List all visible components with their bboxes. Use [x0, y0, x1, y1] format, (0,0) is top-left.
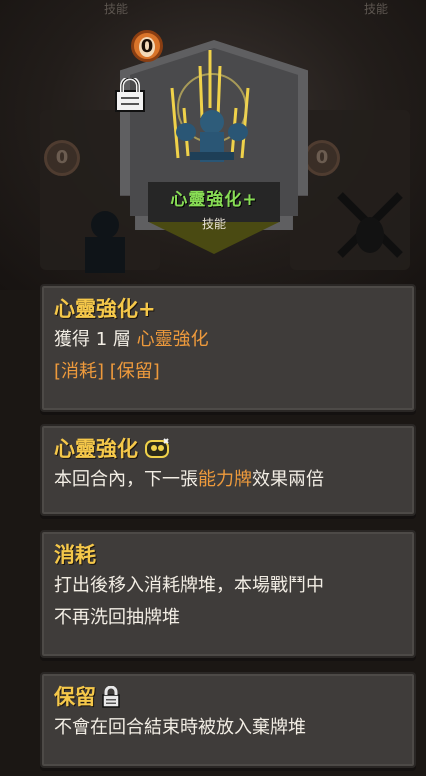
card-type: 技能 — [201, 217, 226, 231]
buff-title-row: 心靈強化 — [54, 434, 402, 464]
buff-desc-suffix: 效果兩倍 — [252, 469, 324, 490]
brain-spark-icon — [145, 438, 169, 458]
retain-title: 保留 — [54, 685, 96, 709]
padlock-icon — [102, 686, 120, 708]
meditating-figure-icon — [170, 50, 250, 162]
exhaust-title: 消耗 — [54, 543, 96, 567]
buff-title: 心靈強化 — [54, 437, 138, 461]
card-cost-badge: 0 — [131, 30, 163, 62]
top-tab-right: 技能 — [364, 2, 389, 16]
exhaust-desc-line1: 打出後移入消耗牌堆，本場戰鬥中 — [54, 575, 324, 596]
effect-highlight: 心靈強化 — [136, 329, 209, 350]
buff-description: 本回合內，下一張能力牌效果兩倍 — [54, 464, 402, 496]
top-tab-left: 技能 — [104, 2, 129, 16]
card-name: 心靈強化+ — [170, 190, 258, 210]
retain-tooltip-panel: 保留 不會在回合結束時被放入棄牌堆 — [40, 672, 416, 768]
card-keywords: [消耗] [保留] — [54, 361, 160, 382]
padlock-icon — [115, 78, 145, 112]
card-description-panel: 心靈強化+ 獲得 1 層 心靈強化 [消耗] [保留] — [40, 284, 416, 412]
background-crossed-swords-icon — [337, 192, 403, 258]
exhaust-desc-line2: 不再洗回抽牌堆 — [54, 607, 180, 628]
buff-desc-prefix: 本回合內，下一張 — [54, 469, 198, 490]
panel-title: 心靈強化+ — [54, 297, 156, 321]
card-effect-text: 獲得 1 層 心靈強化 — [54, 324, 402, 356]
buff-desc-highlight: 能力牌 — [198, 469, 252, 490]
background-cost-left: 0 — [44, 140, 80, 176]
retain-title-row: 保留 — [54, 682, 402, 712]
retain-description: 不會在回合結束時被放入棄牌堆 — [54, 717, 306, 738]
background-cost-right: 0 — [304, 140, 340, 176]
effect-prefix: 獲得 1 層 — [54, 329, 131, 350]
buff-tooltip-panel: 心靈強化 本回合內，下一張能力牌效果兩倍 — [40, 424, 416, 516]
exhaust-tooltip-panel: 消耗 打出後移入消耗牌堆，本場戰鬥中 不再洗回抽牌堆 — [40, 530, 416, 658]
